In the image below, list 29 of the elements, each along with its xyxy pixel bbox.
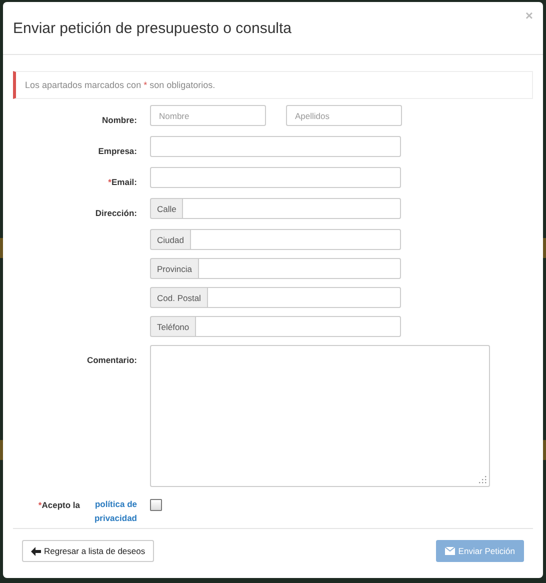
input-field[interactable]: Apellidos [286,105,402,126]
field-label: Empresa: [98,146,137,156]
privacy-policy-link[interactable]: política de privacidad [83,497,137,526]
input-field[interactable] [183,198,401,219]
input-field[interactable] [208,287,401,308]
field-label: Comentario: [86,355,137,365]
consent-checkbox[interactable] [150,499,162,511]
field-label: *Email: [108,177,137,187]
back-button[interactable]: Regresar a lista de deseos [22,540,154,562]
field-addon: Calle [150,198,184,219]
consent-label: *Acepto la [38,500,80,510]
resize-handle-icon [479,476,487,484]
input-field[interactable] [190,229,401,250]
input-field[interactable] [198,258,401,279]
field-addon: Teléfono [150,316,196,337]
input-field[interactable]: Nombre [150,105,266,126]
input-field[interactable] [150,136,401,157]
arrow-left-icon [31,546,41,556]
envelope-icon [445,547,456,555]
comment-field[interactable] [150,345,490,487]
field-label: Nombre: [102,115,137,125]
modal-title: Enviar petición de presupuesto o consulta [13,20,292,36]
required-notice: Los apartados marcados con * son obligatorios. [13,71,533,99]
field-addon: Provincia [150,258,199,279]
input-field[interactable] [150,167,401,188]
field-addon: Ciudad [150,229,191,250]
input-field[interactable] [196,316,401,337]
field-addon: Cod. Postal [150,287,208,308]
field-label: Dirección: [95,208,137,218]
